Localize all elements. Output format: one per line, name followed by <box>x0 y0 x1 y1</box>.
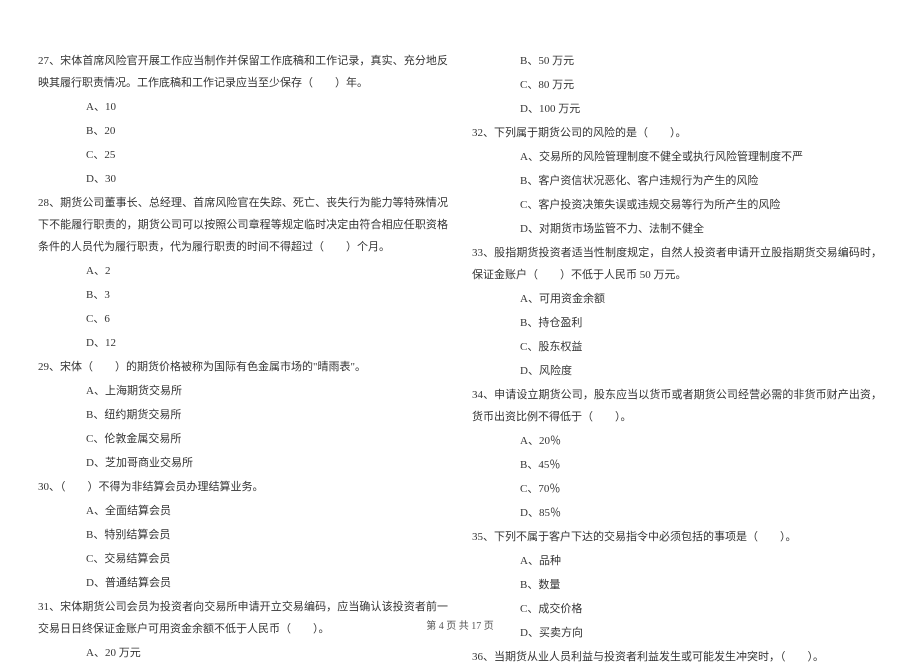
page-footer: 第 4 页 共 17 页 <box>0 617 920 632</box>
question-34-option-c: C、70％ <box>472 478 882 500</box>
question-35-option-b: B、数量 <box>472 574 882 596</box>
question-32-option-c: C、客户投资决策失误或违规交易等行为所产生的风险 <box>472 194 882 216</box>
question-34-text: 34、申请设立期货公司，股东应当以货币或者期货公司经营必需的非货币财产出资，货币… <box>472 384 882 428</box>
question-34-option-b: B、45％ <box>472 454 882 476</box>
question-27-option-a: A、10 <box>38 96 448 118</box>
question-33-option-c: C、股东权益 <box>472 336 882 358</box>
question-32-option-d: D、对期货市场监管不力、法制不健全 <box>472 218 882 240</box>
question-32-option-b: B、客户资信状况恶化、客户违规行为产生的风险 <box>472 170 882 192</box>
question-35-text: 35、下列不属于客户下达的交易指令中必须包括的事项是（ ）。 <box>472 526 882 548</box>
right-column: B、50 万元 C、80 万元 D、100 万元 32、下列属于期货公司的风险的… <box>460 50 882 575</box>
question-29-option-a: A、上海期货交易所 <box>38 380 448 402</box>
question-35-option-a: A、品种 <box>472 550 882 572</box>
question-34-option-a: A、20％ <box>472 430 882 452</box>
question-36-text: 36、当期货从业人员利益与投资者利益发生或可能发生冲突时，（ ）。 <box>472 646 882 668</box>
question-30-option-a: A、全面结算会员 <box>38 500 448 522</box>
question-27-option-d: D、30 <box>38 168 448 190</box>
question-30-text: 30、（ ）不得为非结算会员办理结算业务。 <box>38 476 448 498</box>
question-31-option-d: D、100 万元 <box>472 98 882 120</box>
exam-page: 27、宋体首席风险官开展工作应当制作并保留工作底稿和工作记录，真实、充分地反映其… <box>0 0 920 605</box>
question-31-option-a: A、20 万元 <box>38 642 448 664</box>
left-column: 27、宋体首席风险官开展工作应当制作并保留工作底稿和工作记录，真实、充分地反映其… <box>38 50 460 575</box>
question-28-option-c: C、6 <box>38 308 448 330</box>
question-34-option-d: D、85％ <box>472 502 882 524</box>
question-28-option-b: B、3 <box>38 284 448 306</box>
question-28-text: 28、期货公司董事长、总经理、首席风险官在失踪、死亡、丧失行为能力等特殊情况下不… <box>38 192 448 258</box>
question-32-text: 32、下列属于期货公司的风险的是（ ）。 <box>472 122 882 144</box>
question-29-option-b: B、纽约期货交易所 <box>38 404 448 426</box>
question-27-option-c: C、25 <box>38 144 448 166</box>
question-30-option-d: D、普通结算会员 <box>38 572 448 594</box>
question-30-option-c: C、交易结算会员 <box>38 548 448 570</box>
question-29-option-c: C、伦敦金属交易所 <box>38 428 448 450</box>
question-33-option-b: B、持仓盈利 <box>472 312 882 334</box>
question-33-option-d: D、风险度 <box>472 360 882 382</box>
question-29-option-d: D、芝加哥商业交易所 <box>38 452 448 474</box>
question-28-option-a: A、2 <box>38 260 448 282</box>
question-33-option-a: A、可用资金余额 <box>472 288 882 310</box>
question-27-option-b: B、20 <box>38 120 448 142</box>
question-33-text: 33、股指期货投资者适当性制度规定，自然人投资者申请开立股指期货交易编码时，保证… <box>472 242 882 286</box>
question-32-option-a: A、交易所的风险管理制度不健全或执行风险管理制度不严 <box>472 146 882 168</box>
question-30-option-b: B、特别结算会员 <box>38 524 448 546</box>
question-27-text: 27、宋体首席风险官开展工作应当制作并保留工作底稿和工作记录，真实、充分地反映其… <box>38 50 448 94</box>
question-29-text: 29、宋体（ ）的期货价格被称为国际有色金属市场的"晴雨表"。 <box>38 356 448 378</box>
question-28-option-d: D、12 <box>38 332 448 354</box>
question-31-option-b: B、50 万元 <box>472 50 882 72</box>
question-31-option-c: C、80 万元 <box>472 74 882 96</box>
